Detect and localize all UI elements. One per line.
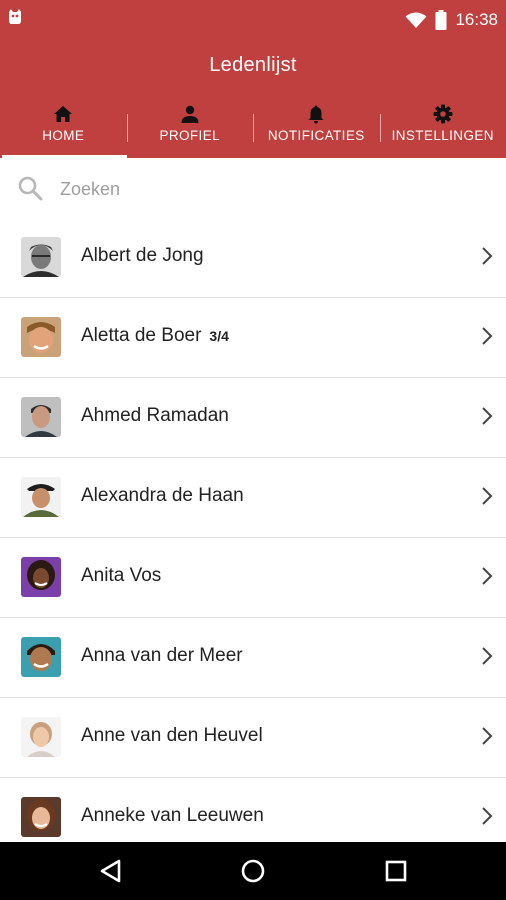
tab-instellingen[interactable]: INSTELLINGEN	[379, 98, 506, 158]
chevron-right-icon	[482, 807, 493, 825]
recents-icon[interactable]	[383, 858, 409, 884]
search-icon	[18, 176, 43, 201]
gear-icon	[433, 104, 453, 124]
navigation-bar	[0, 842, 506, 900]
page-title: Ledenlijst	[209, 54, 297, 76]
chevron-right-icon	[482, 247, 493, 265]
tab-divider	[126, 114, 128, 142]
member-name: Alexandra de Haan	[81, 485, 244, 506]
avatar	[21, 557, 61, 597]
list-item[interactable]: Alexandra de Haan	[0, 458, 506, 538]
tab-profiel[interactable]: PROFIEL	[126, 98, 254, 158]
person-icon	[181, 105, 199, 123]
tab-home-label: HOME	[42, 128, 85, 143]
member-badge: 3/4	[209, 328, 229, 344]
tab-notificaties-label: NOTIFICATIES	[267, 128, 365, 143]
avatar	[21, 637, 61, 677]
home-icon	[54, 106, 73, 122]
member-name: Anne van den Heuvel	[81, 725, 263, 746]
list-item[interactable]: Albert de Jong	[0, 218, 506, 298]
list-item[interactable]: Anna van der Meer	[0, 618, 506, 698]
member-list: Albert de Jong Aletta de Boer 3/4 Ahmed R…	[0, 218, 506, 842]
bell-icon	[308, 105, 324, 124]
list-item[interactable]: Aletta de Boer 3/4	[0, 298, 506, 378]
list-item[interactable]: Anita Vos	[0, 538, 506, 618]
list-item[interactable]: Anne van den Heuvel	[0, 698, 506, 778]
app-bar: Ledenlijst HOME PROFIEL NOTIFICATIES INS…	[0, 40, 506, 158]
member-name: Ahmed Ramadan	[81, 405, 229, 426]
tab-divider	[253, 114, 254, 142]
list-item[interactable]: Anneke van Leeuwen	[0, 778, 506, 842]
tab-profiel-label: PROFIEL	[159, 128, 221, 143]
tab-bar: HOME PROFIEL NOTIFICATIES INSTELLINGEN	[0, 98, 506, 158]
avatar	[21, 317, 61, 357]
tab-notificaties[interactable]: NOTIFICATIES	[253, 98, 380, 158]
tab-divider	[379, 114, 381, 142]
member-name: Anna van der Meer	[81, 645, 243, 666]
member-name: Anita Vos	[81, 565, 162, 586]
status-bar: 16:38	[0, 0, 506, 40]
back-icon[interactable]	[98, 858, 124, 884]
screen: 16:38 Ledenlijst HOME PROFIEL NOTIFICATI…	[0, 0, 506, 900]
battery-icon	[435, 10, 447, 30]
chevron-right-icon	[482, 727, 493, 745]
avatar	[21, 797, 61, 837]
chevron-right-icon	[482, 327, 493, 345]
tab-home[interactable]: HOME	[0, 98, 127, 158]
app-notification-icon	[9, 9, 21, 24]
list-item[interactable]: Ahmed Ramadan	[0, 378, 506, 458]
tab-instellingen-label: INSTELLINGEN	[391, 128, 494, 143]
status-time: 16:38	[455, 10, 498, 29]
chevron-right-icon	[482, 647, 493, 665]
wifi-icon	[405, 12, 427, 28]
avatar	[21, 237, 61, 277]
member-name: Aletta de Boer 3/4	[81, 325, 229, 346]
member-name: Anneke van Leeuwen	[81, 805, 264, 826]
chevron-right-icon	[482, 567, 493, 585]
avatar	[21, 397, 61, 437]
home-circle-icon[interactable]	[240, 858, 266, 884]
chevron-right-icon	[482, 407, 493, 425]
chevron-right-icon	[482, 487, 493, 505]
search-input[interactable]	[58, 172, 482, 206]
avatar	[21, 477, 61, 517]
avatar	[21, 717, 61, 757]
member-name: Albert de Jong	[81, 245, 204, 266]
search-bar	[0, 158, 506, 220]
